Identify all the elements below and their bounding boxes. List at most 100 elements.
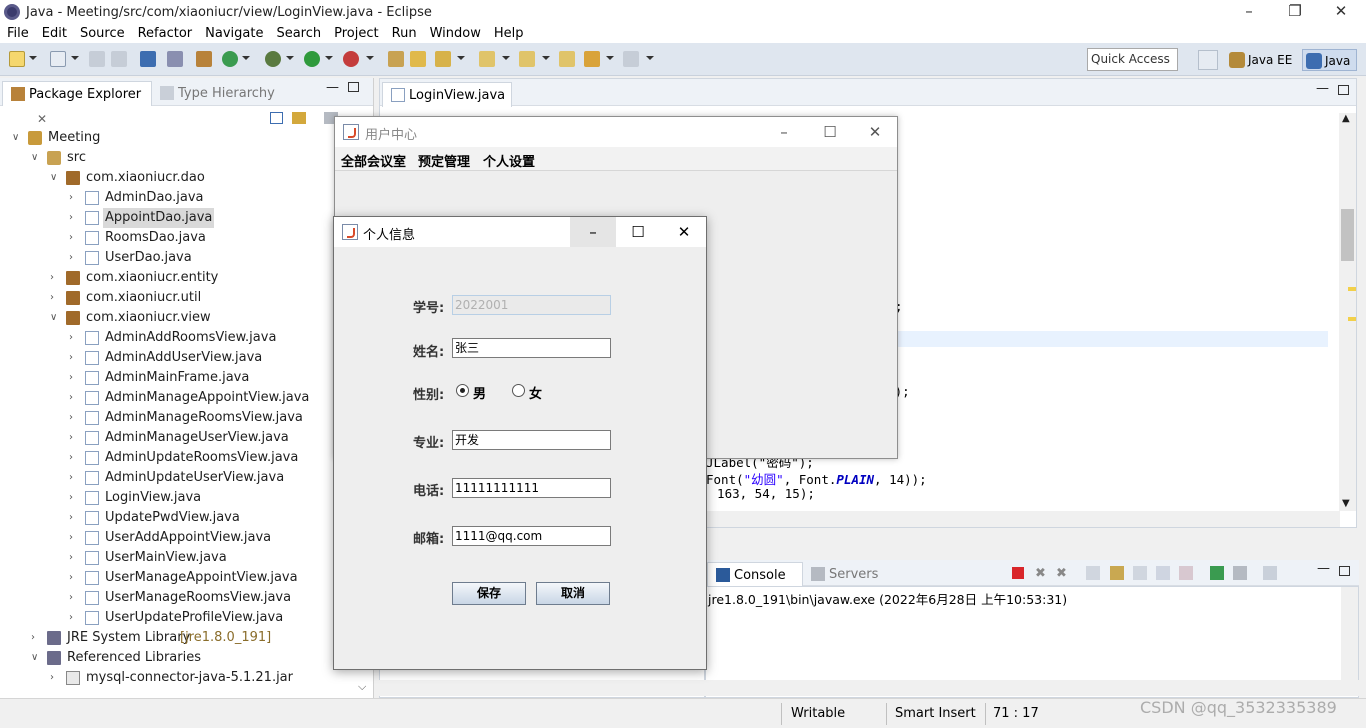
tree-item[interactable]: › AdminManageRoomsView.java (0, 408, 360, 428)
minimize-console-icon[interactable]: — (1317, 561, 1330, 576)
forward-dropdown-icon[interactable] (646, 56, 654, 60)
next-annotation-icon[interactable] (479, 51, 495, 67)
maximize-console-icon[interactable] (1339, 566, 1350, 576)
tree-item[interactable]: › com.xiaoniucr.entity (0, 268, 360, 288)
expanded-arrow-icon[interactable]: ∨ (31, 648, 41, 668)
major-field[interactable]: 开发 (452, 430, 611, 450)
tree-item[interactable]: › UserManageRoomsView.java (0, 588, 360, 608)
menu-navigate[interactable]: Navigate (198, 24, 269, 43)
back-icon[interactable] (584, 51, 600, 67)
open-type-icon[interactable] (388, 51, 404, 67)
perspective-java[interactable]: Java (1302, 49, 1358, 71)
menu-file[interactable]: File (0, 24, 35, 43)
collapsed-arrow-icon[interactable]: › (69, 188, 79, 208)
tree-item[interactable]: › AdminAddRoomsView.java (0, 328, 360, 348)
minimize-editor-icon[interactable]: — (1316, 81, 1329, 96)
gender-female-radio[interactable] (512, 384, 525, 397)
run-external-dropdown-icon[interactable] (366, 56, 374, 60)
cancel-button[interactable]: 取消 (536, 582, 610, 605)
new-icon[interactable] (9, 51, 25, 67)
tree-scroll-down-icon[interactable]: ⌵ (358, 680, 366, 694)
collapsed-arrow-icon[interactable]: › (50, 288, 60, 308)
collapsed-arrow-icon[interactable]: › (69, 328, 79, 348)
run-icon[interactable] (304, 51, 320, 67)
last-edit-icon[interactable] (559, 51, 575, 67)
tree-item[interactable]: › AdminManageUserView.java (0, 428, 360, 448)
tree-item[interactable]: › LoginView.java (0, 488, 360, 508)
tree-item[interactable]: › UserDao.java (0, 248, 360, 268)
search-dropdown-icon[interactable] (457, 56, 465, 60)
minimize-button[interactable]: – (1226, 0, 1272, 24)
expanded-arrow-icon[interactable]: ∨ (50, 308, 60, 328)
scroll-lock-icon[interactable] (1110, 566, 1124, 580)
scroll-up-icon[interactable]: ▲ (1342, 113, 1350, 124)
clear-console-icon[interactable] (1086, 566, 1100, 580)
menu-run[interactable]: Run (385, 24, 423, 43)
expanded-arrow-icon[interactable]: ∨ (12, 128, 22, 148)
tree-item[interactable]: › AdminAddUserView.java (0, 348, 360, 368)
scroll-thumb[interactable] (1341, 209, 1354, 261)
run-dropdown-icon[interactable] (325, 56, 333, 60)
tree-item[interactable]: › UpdatePwdView.java (0, 508, 360, 528)
tab-package-explorer[interactable]: Package Explorer ✕ (2, 81, 152, 126)
tree-item[interactable]: ∨ Meeting (0, 128, 360, 148)
link-with-editor-icon[interactable] (292, 112, 306, 124)
perspective-javaee[interactable]: Java EE (1226, 49, 1298, 71)
menu-all-rooms[interactable]: 全部会议室 (341, 151, 406, 170)
collapsed-arrow-icon[interactable]: › (69, 248, 79, 268)
tree-item[interactable]: › AdminDao.java (0, 188, 360, 208)
close-button[interactable]: ✕ (1318, 0, 1364, 24)
save-icon[interactable] (89, 51, 105, 67)
collapsed-arrow-icon[interactable]: › (69, 508, 79, 528)
menu-project[interactable]: Project (327, 24, 384, 43)
name-field[interactable]: 张三 (452, 338, 611, 358)
prev-annotation-dropdown-icon[interactable] (542, 56, 550, 60)
search-icon[interactable] (435, 51, 451, 67)
open-folder-icon[interactable] (410, 51, 426, 67)
debug-dropdown-icon[interactable] (286, 56, 294, 60)
expanded-arrow-icon[interactable]: ∨ (50, 168, 60, 188)
collapsed-arrow-icon[interactable]: › (69, 448, 79, 468)
scroll-down-icon[interactable]: ▼ (1342, 498, 1350, 509)
menu-search[interactable]: Search (269, 24, 327, 43)
remove-all-icon[interactable]: ✖ (1056, 566, 1067, 581)
tree-item[interactable]: › AppointDao.java (0, 208, 360, 228)
tree-item[interactable]: › UserManageAppointView.java (0, 568, 360, 588)
collapsed-arrow-icon[interactable]: › (50, 268, 60, 288)
tab-console[interactable]: Console ✕ (707, 562, 803, 607)
new-package-icon[interactable] (196, 51, 212, 67)
menu-booking-manage[interactable]: 预定管理 (418, 151, 470, 170)
minimize-button[interactable]: – (761, 117, 807, 147)
collapsed-arrow-icon[interactable]: › (31, 628, 41, 648)
menu-refactor[interactable]: Refactor (131, 24, 199, 43)
collapsed-arrow-icon[interactable]: › (69, 548, 79, 568)
tab-servers[interactable]: Servers (803, 562, 878, 587)
collapsed-arrow-icon[interactable]: › (69, 468, 79, 488)
prev-annotation-icon[interactable] (519, 51, 535, 67)
collapsed-arrow-icon[interactable]: › (50, 668, 60, 688)
gender-female-label[interactable]: 女 (529, 383, 542, 402)
open-console-icon[interactable] (1263, 566, 1277, 580)
editor-vertical-scrollbar[interactable]: ▲ ▼ (1339, 113, 1356, 511)
tree-item[interactable]: › AdminManageAppointView.java (0, 388, 360, 408)
tree-item[interactable]: ∨ com.xiaoniucr.view (0, 308, 360, 328)
word-wrap-icon[interactable] (1133, 566, 1147, 580)
tree-item[interactable]: › com.xiaoniucr.util (0, 288, 360, 308)
collapsed-arrow-icon[interactable]: › (69, 428, 79, 448)
back-dropdown-icon[interactable] (606, 56, 614, 60)
run-external-icon[interactable] (343, 51, 359, 67)
collapsed-arrow-icon[interactable]: › (69, 488, 79, 508)
collapsed-arrow-icon[interactable]: › (69, 388, 79, 408)
tab-loginview[interactable]: LoginView.java ✕ (382, 82, 512, 127)
tab-type-hierarchy[interactable]: Type Hierarchy (152, 81, 275, 106)
tree-item[interactable]: › AdminUpdateUserView.java (0, 468, 360, 488)
collapsed-arrow-icon[interactable]: › (69, 228, 79, 248)
collapsed-arrow-icon[interactable]: › (69, 368, 79, 388)
tree-item[interactable]: › JRE System Library [jre1.8.0_191] (0, 628, 360, 648)
tree-item[interactable]: › AdminUpdateRoomsView.java (0, 448, 360, 468)
console-scrollbar[interactable] (1341, 587, 1358, 681)
collapsed-arrow-icon[interactable]: › (69, 348, 79, 368)
console-icon[interactable] (140, 51, 156, 67)
next-annotation-dropdown-icon[interactable] (502, 56, 510, 60)
tree-item[interactable]: ∨ com.xiaoniucr.dao (0, 168, 360, 188)
